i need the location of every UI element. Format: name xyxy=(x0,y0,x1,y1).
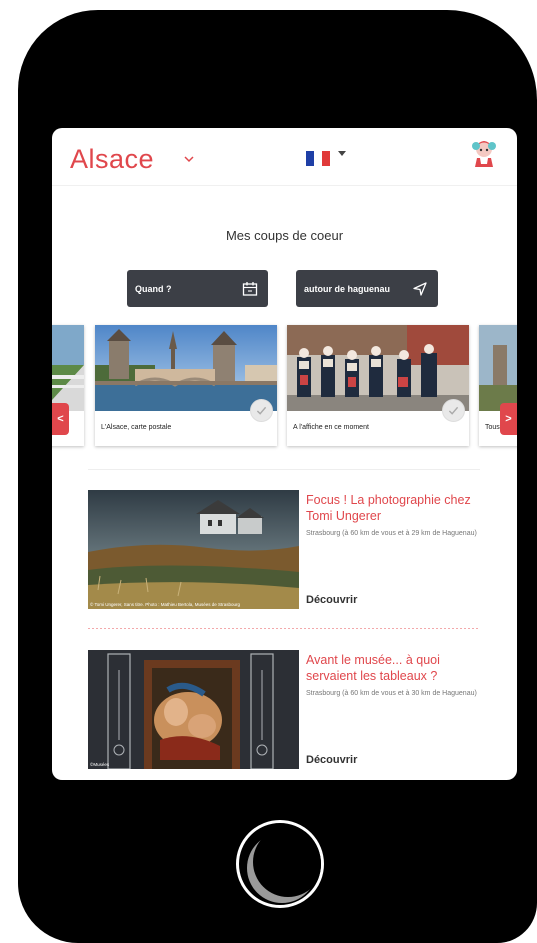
divider xyxy=(88,628,480,629)
when-filter-label: Quand ? xyxy=(135,284,172,294)
discover-link[interactable]: Découvrir xyxy=(306,594,357,606)
when-filter-button[interactable]: Quand ? xyxy=(127,270,268,307)
article-location: Strasbourg (à 60 km de vous et à 29 km d… xyxy=(306,530,477,537)
article-title[interactable]: Focus ! La photographie chez Tomi Ungere… xyxy=(306,492,481,524)
article-thumbnail[interactable]: © Tomi Ungerer, Sans titre. Photo : Math… xyxy=(88,490,299,609)
castle-image xyxy=(479,325,517,411)
article-location: Strasbourg (à 60 km de vous et à 30 km d… xyxy=(306,690,477,697)
carousel-card[interactable]: A l'affiche en ce moment xyxy=(287,325,469,446)
language-caret-icon[interactable] xyxy=(338,151,346,156)
location-filter-button[interactable]: autour de haguenau xyxy=(296,270,438,307)
chevron-down-icon[interactable] xyxy=(182,152,196,166)
location-filter-label: autour de haguenau xyxy=(304,284,391,294)
mascot-avatar-icon[interactable] xyxy=(470,138,498,168)
article-thumbnail[interactable]: ©Musées xyxy=(88,650,299,769)
carousel-card-caption: A l'affiche en ce moment xyxy=(293,424,369,431)
carousel-next-button[interactable]: > xyxy=(500,403,517,435)
favorites-carousel: L'Alsace, carte postale A l'affiche en c… xyxy=(52,325,517,447)
ungerer-painting-image xyxy=(88,490,299,609)
carousel-card-caption: L'Alsace, carte postale xyxy=(101,424,172,431)
section-title: Mes coups de coeur xyxy=(225,228,344,243)
strasbourg-postcard-image xyxy=(95,325,277,411)
phone-screen: Alsace Mes coups de coeur Quand ? autour… xyxy=(52,128,517,780)
museum-painting-image xyxy=(88,650,299,769)
checkmark-icon[interactable] xyxy=(442,399,465,422)
calendar-icon xyxy=(242,282,258,296)
folk-festival-image xyxy=(287,325,469,411)
app-header: Alsace xyxy=(52,128,517,186)
home-button[interactable] xyxy=(236,820,324,908)
image-credit: © Tomi Ungerer, Sans titre. Photo : Math… xyxy=(90,602,241,607)
article-card[interactable]: ©Musées Avant le musée... à quoi servaie… xyxy=(88,650,480,780)
divider xyxy=(88,469,480,470)
alsace-logo[interactable]: Alsace xyxy=(70,144,154,175)
french-flag-icon[interactable] xyxy=(306,151,330,166)
article-title[interactable]: Avant le musée... à quoi servaient les t… xyxy=(306,652,481,684)
landscape-image xyxy=(52,325,84,411)
carousel-prev-button[interactable]: < xyxy=(52,403,69,435)
navigation-arrow-icon xyxy=(413,282,427,296)
checkmark-icon[interactable] xyxy=(250,399,273,422)
discover-link[interactable]: Découvrir xyxy=(306,754,357,766)
article-card[interactable]: © Tomi Ungerer, Sans titre. Photo : Math… xyxy=(88,490,480,610)
image-credit: ©Musées xyxy=(90,762,110,767)
carousel-card[interactable]: L'Alsace, carte postale xyxy=(95,325,277,446)
